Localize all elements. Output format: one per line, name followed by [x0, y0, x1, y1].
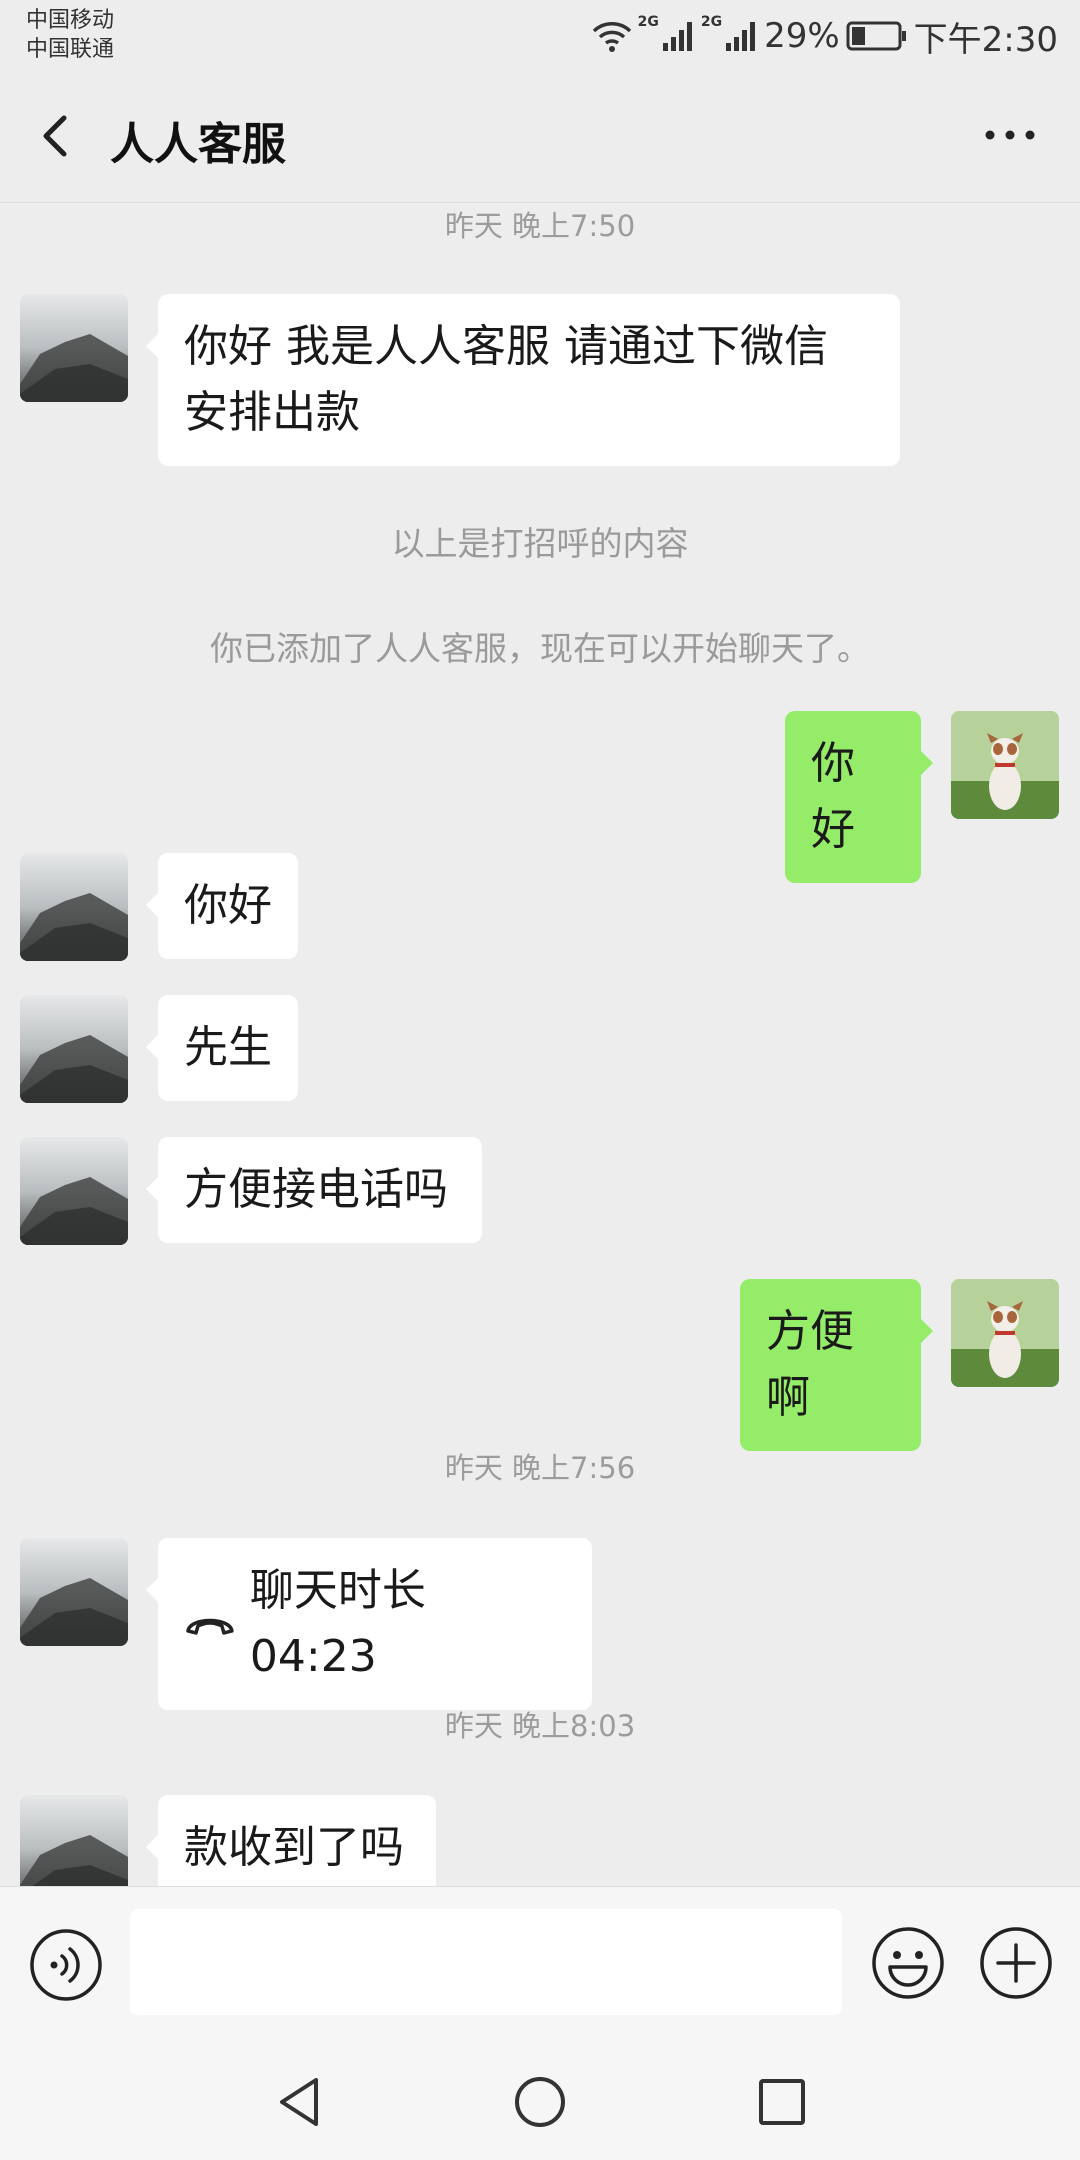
circle-home-icon[interactable]: [510, 2072, 570, 2132]
signal-icon: [662, 22, 692, 51]
carrier-1: 中国移动: [26, 8, 115, 33]
status-bar: 中国移动 中国联通 2G 2G 29% 下午2:30: [0, 0, 1080, 70]
input-bar: [0, 1886, 1080, 2037]
call-record-bubble[interactable]: 聊天时长 04:23: [146, 1538, 592, 1710]
triangle-back-icon[interactable]: [270, 2072, 330, 2132]
timestamp: 昨天 晚上7:50: [444, 209, 636, 243]
chat-messages[interactable]: 昨天 晚上7:50 你好 我是人人客服 请通过下微信 安排出款 以上是打招呼的内…: [0, 203, 1080, 1886]
message-text: 方便接电话吗: [184, 1164, 448, 1215]
chevron-left-icon[interactable]: [30, 106, 80, 166]
system-nav-bar: [0, 2036, 1080, 2160]
message-bubble-outgoing[interactable]: 你好: [785, 711, 933, 883]
message-text: 你好 我是人人客服 请通过下微信: [184, 321, 828, 372]
message-bubble-incoming[interactable]: 你好: [146, 853, 298, 959]
my-avatar[interactable]: [951, 711, 1059, 819]
clock: 下午2:30: [913, 19, 1058, 60]
message-text: 先生: [184, 1022, 272, 1073]
system-notice: 以上是打招呼的内容: [391, 524, 689, 563]
message-input[interactable]: [130, 1909, 842, 2015]
chat-title: 人人客服: [110, 119, 286, 170]
contact-avatar[interactable]: [20, 1538, 128, 1646]
carrier-labels: 中国移动 中国联通: [26, 6, 114, 64]
timestamp: 昨天 晚上8:03: [444, 1709, 636, 1743]
signal-icon-2: [726, 22, 756, 51]
message-bubble-outgoing[interactable]: 方便啊: [740, 1279, 933, 1451]
message-text: 你好: [811, 738, 855, 855]
message-text: 你好: [184, 880, 272, 931]
message-bubble-incoming[interactable]: 款收到了吗: [146, 1795, 436, 1886]
emoji-icon[interactable]: [870, 1925, 946, 2001]
timestamp: 昨天 晚上7:56: [444, 1451, 636, 1485]
battery-icon: [846, 21, 906, 51]
wifi-icon: [592, 22, 631, 52]
system-notice: 你已添加了人人客服，现在可以开始聊天了。: [210, 629, 870, 668]
contact-avatar[interactable]: [20, 995, 128, 1103]
status-indicators: 2G 2G 29% 下午2:30: [592, 14, 1058, 60]
contact-avatar[interactable]: [20, 294, 128, 402]
phone-hangup-icon: [186, 1618, 234, 1635]
message-text: 安排出款: [184, 387, 360, 438]
message-text: 款收到了吗: [184, 1822, 404, 1873]
voice-icon[interactable]: [28, 1927, 104, 2003]
network-type-2: 2G: [700, 14, 723, 30]
battery-percent: 29%: [764, 16, 840, 56]
call-duration: 聊天时长 04:23: [249, 1565, 426, 1682]
message-bubble-incoming[interactable]: 你好 我是人人客服 请通过下微信 安排出款: [146, 294, 900, 466]
message-text: 方便啊: [766, 1306, 854, 1423]
carrier-2: 中国联通: [26, 37, 115, 62]
my-avatar[interactable]: [951, 1279, 1059, 1387]
message-bubble-incoming[interactable]: 方便接电话吗: [146, 1137, 482, 1243]
plus-icon[interactable]: [978, 1925, 1054, 2001]
square-recent-icon[interactable]: [752, 2072, 812, 2132]
message-bubble-incoming[interactable]: 先生: [146, 995, 298, 1101]
chat-header: 人人客服: [0, 70, 1080, 203]
network-type-1: 2G: [637, 14, 659, 30]
contact-avatar[interactable]: [20, 1795, 128, 1886]
contact-avatar[interactable]: [20, 1137, 128, 1245]
contact-avatar[interactable]: [20, 853, 128, 961]
more-dots-icon[interactable]: [980, 120, 1040, 150]
